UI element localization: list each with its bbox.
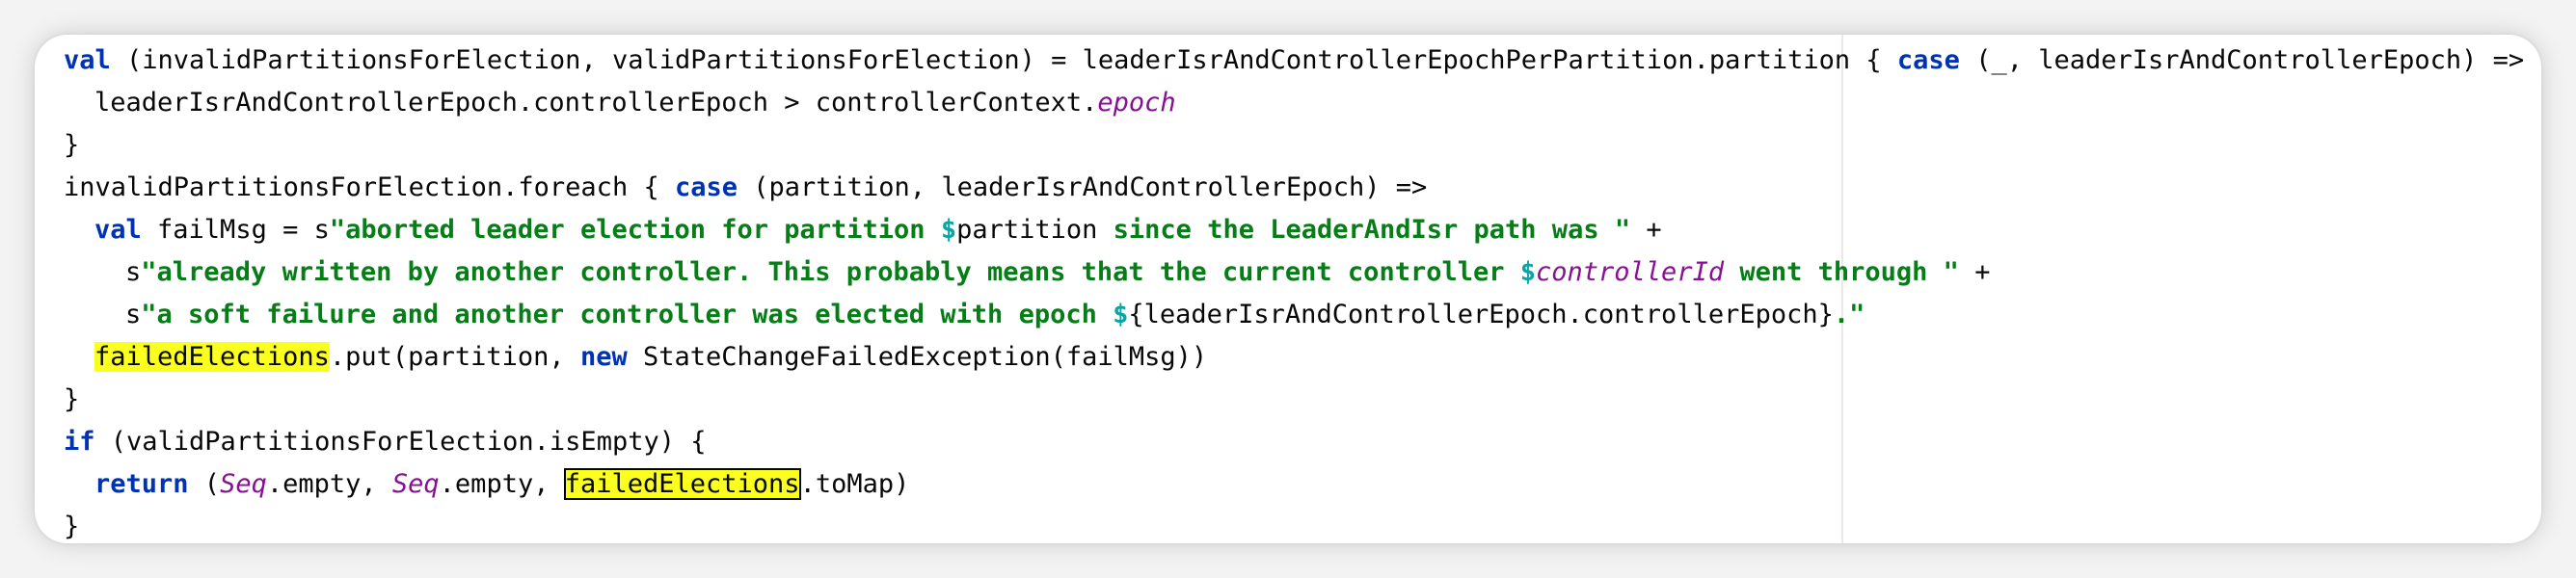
code-token: } xyxy=(64,384,80,414)
code-token: Seq xyxy=(391,469,440,499)
code-token: "already written by another controller. … xyxy=(141,257,1520,287)
highlighted-identifier: failedElections xyxy=(563,468,801,500)
code-token: s xyxy=(125,257,142,287)
code-token: $ xyxy=(1519,257,1537,287)
code-token: return xyxy=(94,469,189,499)
code-token: .empty, xyxy=(439,469,565,499)
code-token: ( xyxy=(188,469,221,499)
code-line[interactable]: } xyxy=(64,506,79,543)
code-token: partition xyxy=(956,215,1098,245)
code-line[interactable]: } xyxy=(64,379,79,421)
code-token: new xyxy=(579,342,628,372)
code-token: StateChangeFailedException(failMsg)) xyxy=(627,342,1208,372)
code-token: (partition, leaderIsrAndControllerEpoch)… xyxy=(738,172,1428,202)
code-token: (invalidPartitionsForElection, validPart… xyxy=(110,45,1897,75)
code-editor[interactable]: val (invalidPartitionsForElection, valid… xyxy=(35,35,2541,543)
code-line[interactable]: val (invalidPartitionsForElection, valid… xyxy=(64,39,2524,82)
code-token: ." xyxy=(1833,300,1865,329)
code-line[interactable]: return (Seq.empty, Seq.empty, failedElec… xyxy=(94,463,909,506)
code-line[interactable]: } xyxy=(64,124,79,167)
code-line[interactable]: val failMsg = s"aborted leader election … xyxy=(94,209,1662,251)
code-token: Seq xyxy=(220,469,267,499)
highlighted-identifier: failedElections xyxy=(94,342,330,372)
code-token: went through " xyxy=(1724,257,1959,287)
code-token: case xyxy=(1896,45,1960,75)
code-token: "a soft failure and another controller w… xyxy=(141,300,1114,329)
code-line[interactable]: s"already written by another controller.… xyxy=(125,251,1990,294)
code-token: failMsg = s xyxy=(141,215,330,245)
code-token: {leaderIsrAndControllerEpoch.controllerE… xyxy=(1128,300,1834,329)
code-line[interactable]: if (validPartitionsForElection.isEmpty) … xyxy=(64,421,706,463)
code-token: val xyxy=(94,215,142,245)
code-token: if xyxy=(64,427,95,457)
code-token: s xyxy=(125,300,142,329)
code-token: .empty, xyxy=(266,469,392,499)
code-token: $ xyxy=(1113,300,1129,329)
code-token: invalidPartitionsForElection.foreach { xyxy=(64,172,675,202)
code-token: } xyxy=(64,130,80,160)
code-token: epoch xyxy=(1097,88,1176,118)
code-token: + xyxy=(1958,257,1991,287)
code-line[interactable]: leaderIsrAndControllerEpoch.controllerEp… xyxy=(94,82,1176,124)
code-token: since the LeaderAndIsr path was " xyxy=(1097,215,1631,245)
code-token: "aborted leader election for partition xyxy=(329,215,941,245)
code-token: controllerId xyxy=(1536,257,1725,287)
code-token: val xyxy=(64,45,111,75)
code-token: } xyxy=(64,512,80,541)
code-token: leaderIsrAndControllerEpoch.controllerEp… xyxy=(94,88,1098,118)
code-line[interactable]: s"a soft failure and another controller … xyxy=(125,294,1865,336)
code-token: + xyxy=(1630,215,1662,245)
code-token: (validPartitionsForElection.isEmpty) { xyxy=(94,427,707,457)
code-token: $ xyxy=(940,215,957,245)
code-token: (_, leaderIsrAndControllerEpoch) => xyxy=(1959,45,2525,75)
code-line[interactable]: invalidPartitionsForElection.foreach { c… xyxy=(64,167,1427,209)
code-token: .toMap) xyxy=(799,469,910,499)
code-line[interactable]: failedElections.put(partition, new State… xyxy=(94,336,1207,379)
code-token: .put(partition, xyxy=(329,342,580,372)
code-token: case xyxy=(674,172,738,202)
